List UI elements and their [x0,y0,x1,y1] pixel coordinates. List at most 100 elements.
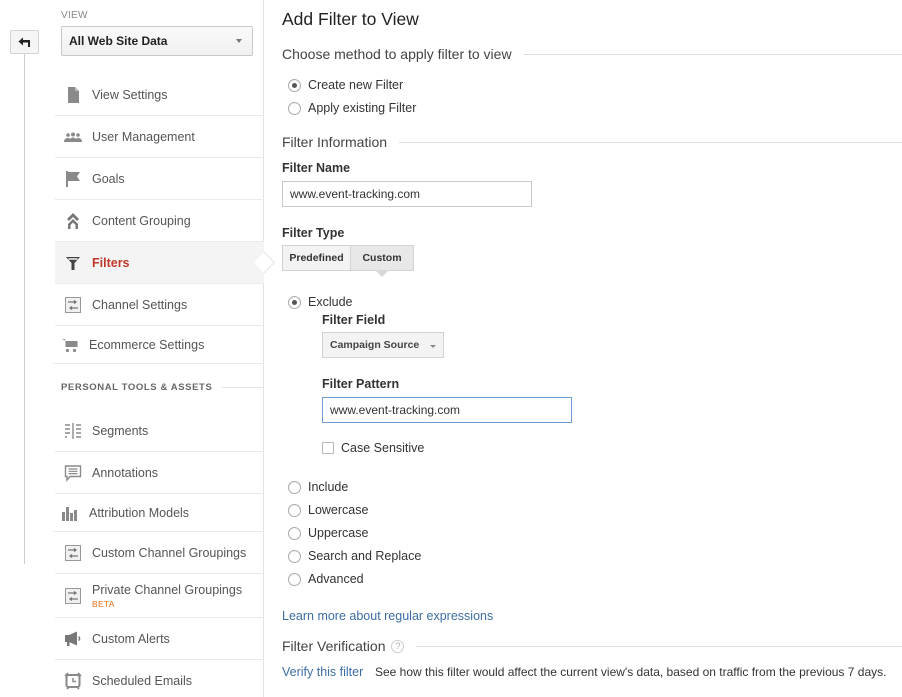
sidebar-item-label: Ecommerce Settings [89,337,205,352]
page-title: Add Filter to View [282,9,419,29]
view-selector[interactable]: All Web Site Data [61,26,253,56]
sidebar-item-private-channel-groupings[interactable]: Private Channel Groupings BETA [55,574,264,618]
sidebar-item-user-management[interactable]: User Management [55,116,264,158]
filter-type-label: Filter Type [282,226,345,240]
private-channel-groupings-label: Private Channel Groupings [92,582,243,597]
sidebar-item-label: Scheduled Emails [92,673,193,688]
sidebar-item-attribution-models[interactable]: Attribution Models [52,494,264,532]
radio-advanced[interactable]: Advanced [288,572,364,586]
filter-icon [63,254,83,272]
radio-create-new-filter[interactable]: Create new Filter [288,78,403,92]
tab-predefined[interactable]: Predefined [282,245,351,271]
personal-tools-heading: PERSONAL TOOLS & ASSETS [55,364,264,410]
sidebar-item-custom-alerts[interactable]: Custom Alerts [55,618,264,660]
radio-apply-existing-filter[interactable]: Apply existing Filter [288,101,416,115]
radio-lowercase[interactable]: Lowercase [288,503,368,517]
sidebar-item-label: Segments [92,423,149,438]
back-button[interactable] [10,30,39,54]
filter-type-tabs: Predefined Custom [282,245,414,277]
channel-icon [63,587,83,605]
radio-label: Exclude [308,295,353,309]
radio-button[interactable] [288,572,301,586]
megaphone-icon [63,630,83,648]
verification-section-heading: Filter Verification ? [282,638,902,654]
radio-label: Apply existing Filter [308,101,417,115]
radio-label: Advanced [308,572,364,586]
alarm-clock-icon [63,671,83,690]
document-icon [63,86,83,104]
radio-button[interactable] [288,78,301,92]
section-label: PERSONAL TOOLS & ASSETS [61,381,213,393]
filter-field-dropdown[interactable]: Campaign Source [322,332,444,358]
channel-icon [63,296,83,314]
radio-button[interactable] [288,480,301,494]
help-icon[interactable]: ? [391,639,405,653]
radio-label: Uppercase [308,526,369,540]
filter-field-label: Filter Field [322,313,386,327]
radio-label: Lowercase [308,503,369,517]
sidebar-item-label: View Settings [92,87,168,102]
radio-exclude[interactable]: Exclude [288,295,352,309]
radio-label: Create new Filter [308,78,404,92]
verification-section-label: Filter Verification [282,638,386,654]
view-label: VIEW [61,10,88,21]
cart-icon [60,336,80,354]
chevron-down-icon [236,39,242,43]
radio-search-and-replace[interactable]: Search and Replace [288,549,421,563]
sidebar-item-custom-channel-groupings[interactable]: Custom Channel Groupings [55,532,264,574]
radio-button[interactable] [288,101,301,115]
info-section-label: Filter Information [282,134,388,150]
verify-description: See how this filter would affect the cur… [375,665,887,679]
radio-button[interactable] [288,503,301,517]
channel-icon [63,544,83,562]
sidebar-item-annotations[interactable]: Annotations [55,452,264,494]
bar-chart-icon [60,504,80,522]
radio-include[interactable]: Include [288,480,348,494]
sidebar-item-view-settings[interactable]: View Settings [55,74,264,116]
sidebar-item-label: Custom Alerts [92,631,170,646]
sidebar-item-content-grouping[interactable]: Content Grouping [55,200,264,242]
view-selected-value: All Web Site Data [69,34,168,48]
sidebar-item-label: Goals [92,171,125,186]
radio-button[interactable] [288,526,301,540]
radio-uppercase[interactable]: Uppercase [288,526,368,540]
tab-custom[interactable]: Custom [351,245,414,277]
beta-badge: BETA [92,598,115,609]
regex-help-link[interactable]: Learn more about regular expressions [282,609,493,623]
radio-button[interactable] [288,295,301,309]
sidebar-item-label: Content Grouping [92,213,191,228]
filter-field-value: Campaign Source [330,339,420,351]
sidebar-item-ecommerce-settings[interactable]: Ecommerce Settings [52,326,264,364]
sidebar-item-label: Attribution Models [89,505,190,520]
filter-pattern-input[interactable] [322,397,572,423]
chevron-down-icon [430,345,436,348]
sidebar-item-label: Private Channel Groupings BETA [92,583,242,609]
filter-name-input[interactable] [282,181,532,207]
sidebar-item-label: Custom Channel Groupings [92,545,247,560]
verify-filter-link[interactable]: Verify this filter [282,665,363,679]
users-icon [63,128,83,146]
radio-button[interactable] [288,549,301,563]
sidebar-item-filters[interactable]: Filters [55,242,264,284]
method-section-heading: Choose method to apply filter to view [282,46,902,62]
sidebar-item-scheduled-emails[interactable]: Scheduled Emails [55,660,264,697]
checkbox-label: Case Sensitive [341,441,425,455]
case-sensitive-checkbox[interactable] [322,442,334,454]
radio-label: Include [308,480,349,494]
sidebar-item-label: Filters [92,255,130,270]
sidebar-item-segments[interactable]: Segments [55,410,264,452]
info-section-heading: Filter Information [282,134,902,150]
sidebar-item-goals[interactable]: Goals [55,158,264,200]
sidebar-item-label: Channel Settings [92,297,188,312]
method-section-label: Choose method to apply filter to view [282,46,512,62]
annotation-icon [63,464,83,482]
back-arrow-icon [18,37,30,47]
sidebar-item-channel-settings[interactable]: Channel Settings [55,284,264,326]
rail-line [24,30,25,564]
segments-icon [63,422,83,440]
case-sensitive-option[interactable]: Case Sensitive [322,441,424,455]
sidebar-item-label: Annotations [92,465,159,480]
view-nav: View Settings User Management Goals Cont… [52,74,264,697]
radio-label: Search and Replace [308,549,422,563]
content-grouping-icon [63,212,83,230]
